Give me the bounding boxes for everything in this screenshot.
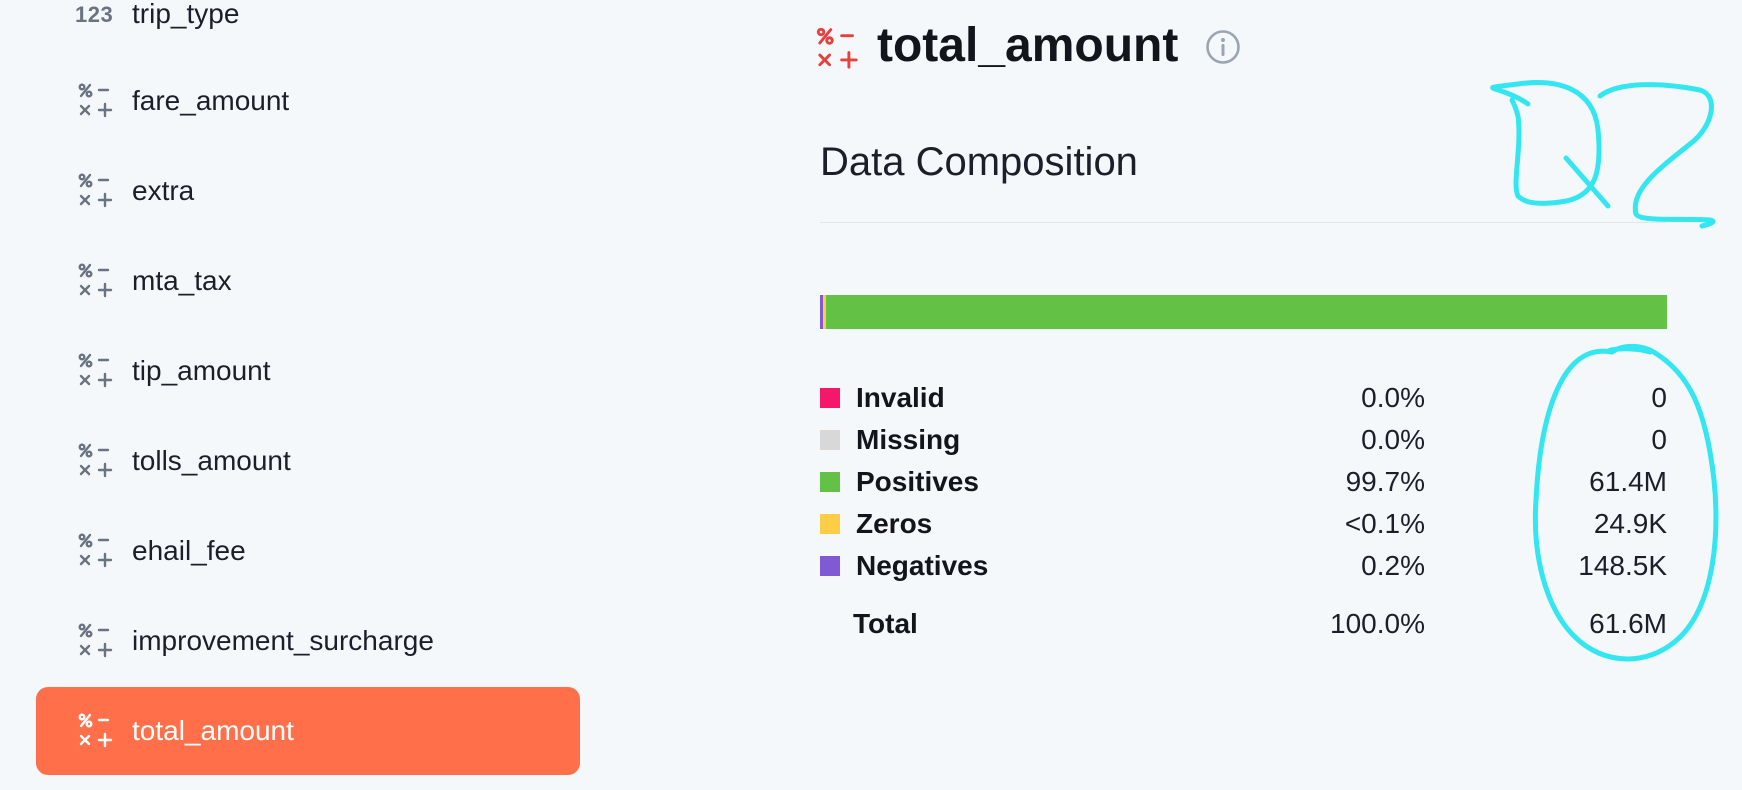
- legend-name: Missing: [856, 424, 961, 455]
- column-item-label: fare_amount: [132, 85, 290, 116]
- section-divider: [820, 222, 1667, 223]
- legend-count: 61.6M: [1589, 608, 1667, 639]
- legend-swatch: [820, 430, 840, 450]
- legend-count: 148.5K: [1578, 550, 1667, 581]
- legend-percent: 99.7%: [1345, 466, 1425, 497]
- column-item-total-amount[interactable]: total_amount: [36, 687, 580, 775]
- column-item-mta-tax[interactable]: mta_tax: [36, 237, 580, 325]
- legend-count: 0: [1651, 424, 1667, 455]
- legend-name: Positives: [856, 466, 979, 497]
- column-item-label: improvement_surcharge: [132, 625, 434, 656]
- column-item-improvement-surcharge[interactable]: improvement_surcharge: [36, 597, 580, 685]
- legend-swatch: [820, 388, 840, 408]
- column-item-trip-type[interactable]: 123 trip_type: [36, 0, 580, 56]
- column-item-label: tolls_amount: [132, 445, 291, 476]
- integer-123-icon: 123: [75, 2, 114, 27]
- numeric-operators-icon: [77, 532, 115, 570]
- column-item-label: total_amount: [132, 715, 294, 746]
- legend-swatch: [820, 514, 840, 534]
- column-item-extra[interactable]: extra: [36, 147, 580, 235]
- numeric-operators-icon: [77, 352, 115, 390]
- legend-row-zeros: Zeros <0.1% 24.9K: [820, 503, 1667, 543]
- section-title-data-composition: Data Composition: [820, 140, 1138, 184]
- column-item-ehail-fee[interactable]: ehail_fee: [36, 507, 580, 595]
- legend-row-total: Total 100.0% 61.6M: [820, 603, 1667, 643]
- legend-row-missing: Missing 0.0% 0: [820, 419, 1667, 459]
- column-item-label: ehail_fee: [132, 535, 246, 566]
- numeric-operators-icon: [77, 262, 115, 300]
- legend-percent: 0.0%: [1361, 382, 1425, 413]
- column-item-label: extra: [132, 175, 195, 206]
- column-list-sidebar: 123 trip_type fare_amount extra mta_tax …: [0, 0, 600, 790]
- column-item-tip-amount[interactable]: tip_amount: [36, 327, 580, 415]
- info-icon[interactable]: [1205, 29, 1241, 65]
- legend-percent: <0.1%: [1344, 508, 1425, 539]
- column-item-fare-amount[interactable]: fare_amount: [36, 57, 580, 145]
- legend-name: Zeros: [856, 508, 933, 539]
- legend-row-invalid: Invalid 0.0% 0: [820, 377, 1667, 417]
- numeric-operators-icon: [77, 622, 115, 660]
- legend-name: Invalid: [856, 382, 945, 413]
- legend-swatch: [820, 556, 840, 576]
- numeric-operators-icon: [77, 712, 115, 750]
- legend-percent: 0.0%: [1361, 424, 1425, 455]
- composition-bar: [820, 295, 1667, 329]
- legend-name: Total: [853, 608, 918, 639]
- legend-count: 61.4M: [1589, 466, 1667, 497]
- column-item-label: trip_type: [132, 0, 240, 29]
- legend-name: Negatives: [856, 550, 989, 581]
- column-detail-panel: total_amount Data Composition Invalid 0.…: [800, 0, 1742, 790]
- column-item-label: mta_tax: [132, 265, 232, 296]
- column-item-tolls-amount[interactable]: tolls_amount: [36, 417, 580, 505]
- legend-row-negatives: Negatives 0.2% 148.5K: [820, 545, 1667, 585]
- column-item-label: tip_amount: [132, 355, 271, 386]
- composition-segment-positives: [826, 295, 1667, 329]
- legend-percent: 100.0%: [1330, 608, 1425, 639]
- legend-count: 0: [1651, 382, 1667, 413]
- legend-row-positives: Positives 99.7% 61.4M: [820, 461, 1667, 501]
- numeric-operators-icon: [77, 82, 115, 120]
- numeric-operators-icon: [77, 442, 115, 480]
- legend-swatch: [820, 472, 840, 492]
- legend-percent: 0.2%: [1361, 550, 1425, 581]
- numeric-operators-icon: [815, 26, 861, 72]
- numeric-operators-icon: [77, 172, 115, 210]
- legend-count: 24.9K: [1593, 508, 1667, 539]
- column-title: total_amount: [877, 19, 1179, 72]
